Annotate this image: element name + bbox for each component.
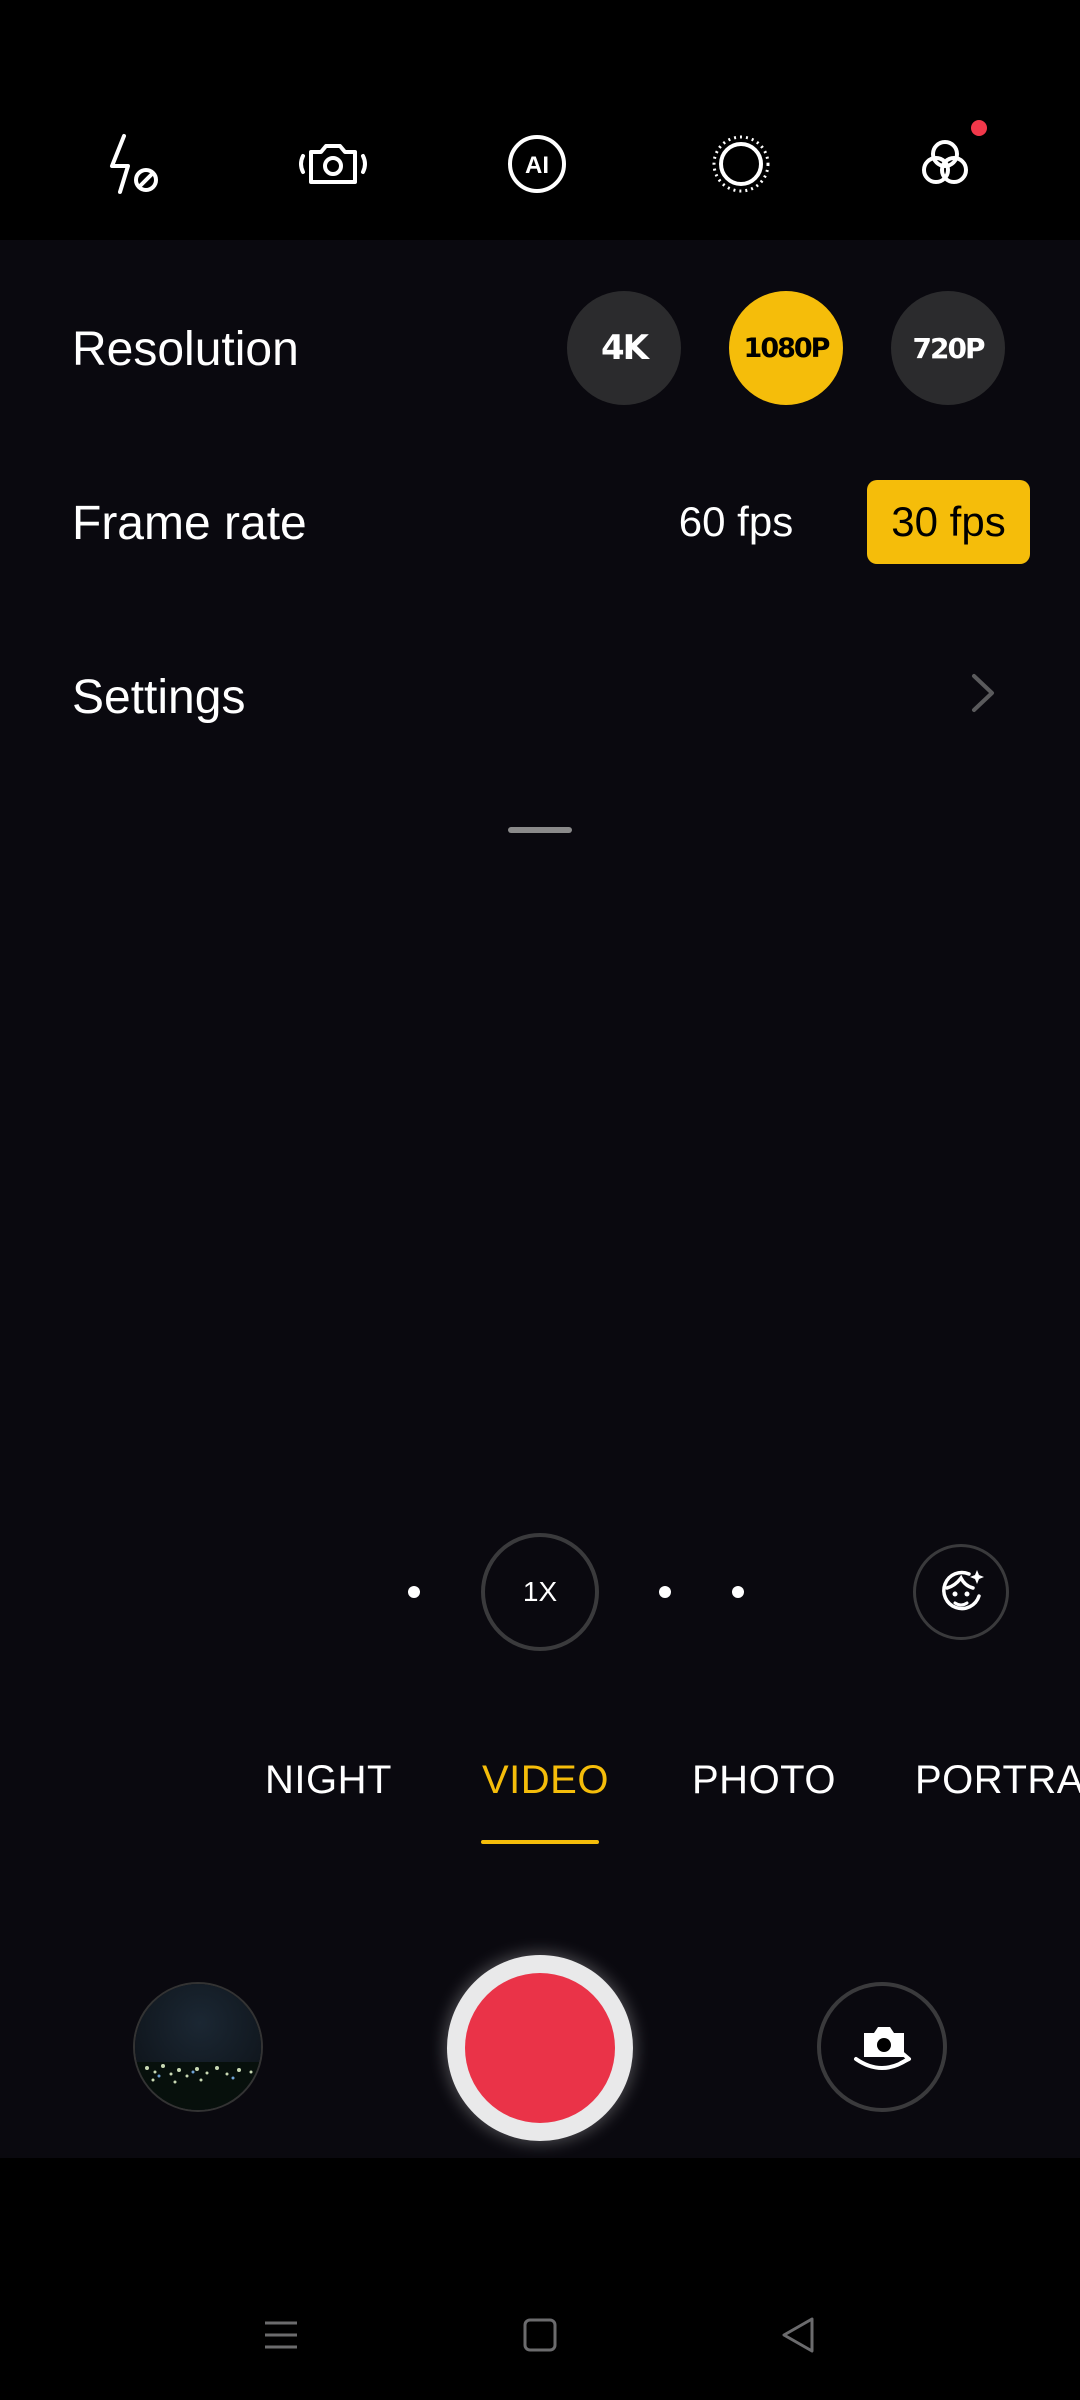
record-button-core (465, 1973, 615, 2123)
resolution-4k-button[interactable]: 4K (567, 291, 681, 405)
zoom-level-dot[interactable] (659, 1586, 671, 1598)
back-icon[interactable] (768, 2305, 828, 2365)
camera-flip-icon (854, 2027, 911, 2070)
camera-screen: AI Resolution 4K 1080P 720P Frame rate 6… (0, 0, 1080, 2400)
top-toolbar: AI (0, 0, 1080, 240)
zoom-level-dot[interactable] (732, 1586, 744, 1598)
chevron-right-icon[interactable] (968, 670, 998, 721)
home-icon[interactable] (510, 2305, 570, 2365)
mode-video[interactable]: VIDEO (482, 1758, 609, 1803)
dotted-circle-icon[interactable] (699, 122, 783, 206)
record-button[interactable] (447, 1955, 633, 2141)
zoom-level-dot[interactable] (408, 1586, 420, 1598)
mode-portrait[interactable]: PORTRAI (915, 1758, 1080, 1803)
fps-60-button[interactable]: 60 fps (660, 480, 812, 564)
panel-drag-handle[interactable] (508, 827, 572, 833)
switch-camera-button[interactable] (817, 1982, 947, 2112)
resolution-720p-button[interactable]: 720P (891, 291, 1005, 405)
notification-dot (971, 120, 987, 136)
zoom-button[interactable]: 1X (481, 1533, 599, 1651)
frame-rate-label: Frame rate (72, 497, 307, 550)
ai-icon-label: AI (525, 152, 549, 179)
flash-off-icon[interactable] (88, 122, 172, 206)
ai-icon[interactable]: AI (495, 122, 579, 206)
resolution-label: Resolution (72, 323, 299, 376)
fps-30-button[interactable]: 30 fps (867, 480, 1030, 564)
face-retouch-icon (942, 1570, 984, 1611)
camera-stabilization-icon[interactable] (291, 122, 375, 206)
settings-label[interactable]: Settings (72, 674, 245, 722)
menu-icon[interactable] (251, 2305, 311, 2365)
active-mode-indicator (481, 1840, 599, 1844)
resolution-1080p-button[interactable]: 1080P (729, 291, 843, 405)
mode-night[interactable]: NIGHT (265, 1758, 392, 1803)
mode-photo[interactable]: PHOTO (692, 1758, 836, 1803)
beauty-mode-button[interactable] (913, 1544, 1009, 1640)
gallery-thumbnail[interactable] (133, 1982, 263, 2112)
